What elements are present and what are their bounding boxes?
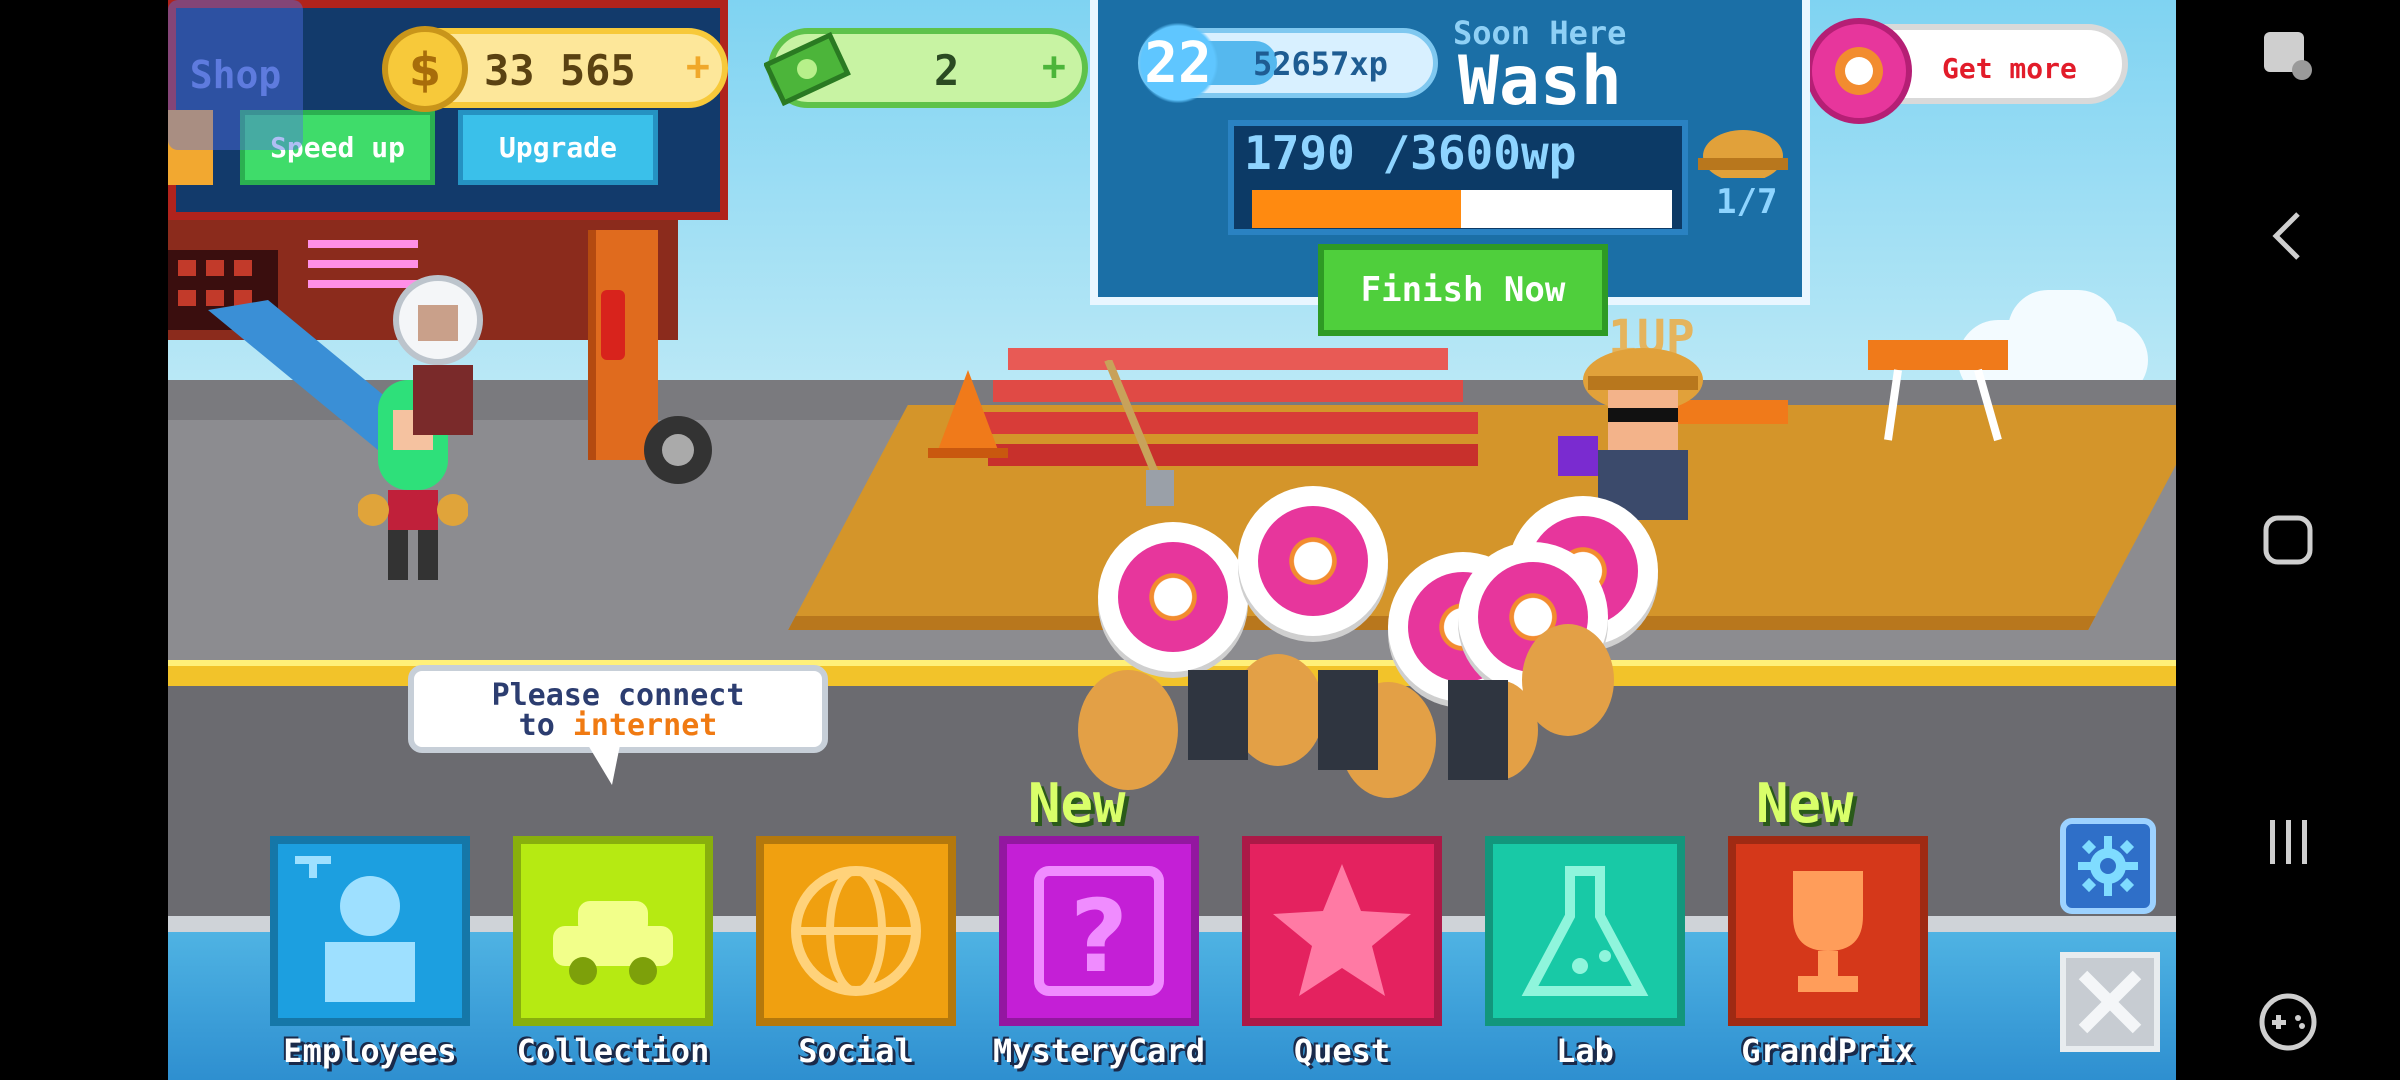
project-title: Wash <box>1458 42 1622 121</box>
bubble-tail <box>588 745 620 785</box>
home-button[interactable] <box>2232 484 2344 596</box>
close-icon <box>2078 970 2142 1034</box>
flask-icon <box>1521 866 1649 996</box>
work-progress-bar <box>1252 190 1672 228</box>
work-points-box: 1790 /3600wp <box>1228 120 1688 235</box>
star-icon <box>1273 864 1411 996</box>
internet-highlight: internet <box>572 708 718 743</box>
coin-plus-icon[interactable]: + <box>686 44 710 90</box>
bubble-line-1: Please connect <box>491 678 745 713</box>
shop-button[interactable]: Shop <box>168 0 303 150</box>
system-nav-bar <box>2176 0 2400 1080</box>
cash-value: 2 <box>934 46 960 95</box>
close-button[interactable] <box>2060 952 2160 1052</box>
cash-plus-icon[interactable]: + <box>1042 44 1066 90</box>
menu-grandprix-button[interactable] <box>1728 836 1928 1026</box>
donut-counter[interactable]: Get more <box>1806 18 2128 124</box>
new-badge-grandprix: New <box>1756 772 1854 835</box>
game-scene[interactable]: 1UP Speed up Upgrade Shop Please connect… <box>168 0 2176 1080</box>
menu-lab-button[interactable] <box>1485 836 1685 1026</box>
hard-hat-icon <box>1698 130 1788 178</box>
svg-text:$: $ <box>409 43 441 97</box>
bubble-line-2: to internet <box>518 708 718 743</box>
new-badge-mysterycard: New <box>1028 772 1126 835</box>
upgrade-button[interactable]: Upgrade <box>458 110 658 185</box>
cash-counter[interactable]: 2 + <box>764 28 1088 108</box>
cloud <box>2008 290 2118 370</box>
menu-label-lab: Lab <box>1556 1032 1614 1070</box>
back-button[interactable] <box>2232 180 2344 292</box>
traffic-cone <box>928 370 1008 458</box>
xp-value: 52657xp <box>1253 45 1388 83</box>
finish-now-button[interactable]: Finish Now <box>1318 244 1608 336</box>
gamepad-icon <box>2259 993 2317 1051</box>
menu-mysterycard-button[interactable]: ? <box>999 836 1199 1026</box>
game-tools-button[interactable] <box>2232 966 2344 1078</box>
shovel <box>1104 360 1174 506</box>
coin-icon: $ <box>382 26 468 112</box>
recorder-icon <box>2264 32 2312 80</box>
svg-text:?: ? <box>1070 878 1128 995</box>
internet-warning-bubble: Please connect to internet <box>408 665 828 753</box>
menu-label-quest: Quest <box>1293 1032 1391 1070</box>
coin-value: 33 565 <box>484 46 636 95</box>
home-icon <box>2263 515 2313 565</box>
donut-crowd[interactable] <box>1068 620 1628 820</box>
worker-character[interactable] <box>1538 340 1758 520</box>
menu-label-grandprix: GrandPrix <box>1741 1032 1915 1070</box>
donut-icon <box>1806 18 1912 124</box>
trophy-icon <box>1793 871 1863 992</box>
screen-recorder-button[interactable] <box>2232 0 2344 112</box>
gear-icon <box>2078 836 2138 896</box>
project-panel[interactable]: 52657xp 22 Soon Here Wash 1790 /3600wp 1… <box>1090 0 1810 336</box>
back-icon <box>2272 212 2300 260</box>
menu-employees-button[interactable] <box>270 836 470 1026</box>
work-points-value: 1790 /3600wp <box>1244 126 1577 180</box>
stage-counter: 1/7 <box>1716 182 1778 222</box>
menu-label-mysterycard: MysteryCard <box>993 1032 1205 1070</box>
coin-counter[interactable]: $ 33 565 + <box>382 26 728 112</box>
work-progress-fill <box>1252 190 1461 228</box>
employee-icon <box>295 856 415 1002</box>
recents-icon <box>2270 820 2307 864</box>
level-badge: 22 <box>1128 18 1228 108</box>
menu-label-collection: Collection <box>516 1032 710 1070</box>
fire-extinguisher <box>601 290 625 360</box>
menu-label-employees: Employees <box>283 1032 457 1070</box>
get-more-button[interactable]: Get more <box>1942 52 2077 85</box>
menu-quest-button[interactable] <box>1242 836 1442 1026</box>
menu-social-button[interactable] <box>756 836 956 1026</box>
donut-pin[interactable] <box>1238 486 1388 636</box>
astronaut-character[interactable] <box>388 270 488 450</box>
recents-button[interactable] <box>2232 786 2344 898</box>
menu-label-social: Social <box>798 1032 914 1070</box>
globe-icon <box>791 866 921 996</box>
car-icon <box>553 901 673 985</box>
tire <box>644 416 712 484</box>
letterbox-left <box>0 0 168 1080</box>
cash-icon <box>764 31 851 107</box>
menu-collection-button[interactable] <box>513 836 713 1026</box>
question-icon: ? <box>1034 866 1164 996</box>
settings-button[interactable] <box>2060 818 2156 914</box>
